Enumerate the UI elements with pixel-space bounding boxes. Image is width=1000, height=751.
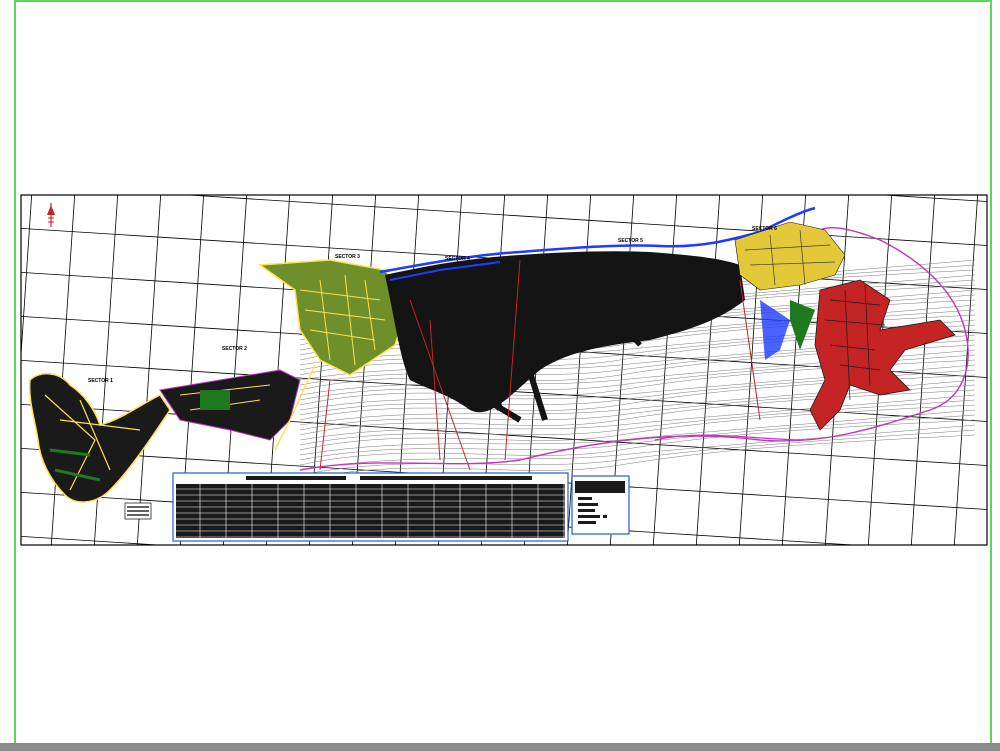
sector-label-5: SECTOR 5 bbox=[618, 238, 643, 244]
grid-line-horizontal bbox=[878, 195, 987, 202]
sector-label-4: SECTOR 4 bbox=[445, 256, 470, 262]
cad-map-drawing: SECTOR 1 SECTOR 2 SECTOR 3 SECTOR 4 SECT… bbox=[15, 194, 995, 642]
sector-label-6: SECTOR 6 bbox=[752, 226, 777, 232]
drawing-sheet: SECTOR 1 SECTOR 2 SECTOR 3 SECTOR 4 SECT… bbox=[0, 0, 1000, 751]
grid-line-horizontal bbox=[15, 580, 995, 642]
sector-label-1: SECTOR 1 bbox=[88, 378, 113, 384]
legend-box bbox=[571, 475, 630, 535]
sector-label-3: SECTOR 3 bbox=[335, 254, 360, 260]
data-table bbox=[172, 472, 569, 542]
scale-legend bbox=[124, 502, 152, 520]
sector-label-2: SECTOR 2 bbox=[222, 346, 247, 352]
